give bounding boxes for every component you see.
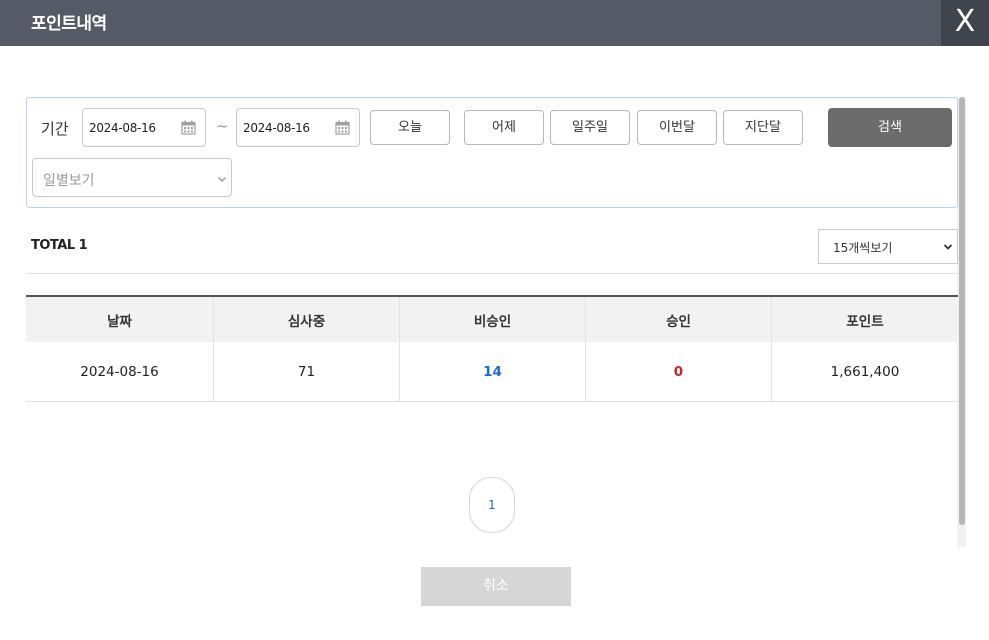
date-range-separator: ~ [216, 117, 229, 135]
chevron-down-icon [943, 244, 953, 250]
cell-approved[interactable]: 0 [585, 342, 771, 401]
end-date-value: 2024-08-16 [243, 121, 310, 135]
start-date-value: 2024-08-16 [89, 121, 156, 135]
column-header-rejected: 비승인 [399, 297, 585, 342]
this-month-button[interactable]: 이번달 [637, 110, 717, 145]
table-row: 2024-08-16 71 14 0 1,661,400 [26, 342, 958, 402]
modal-title: 포인트내역 [31, 14, 107, 34]
period-label: 기간 [41, 120, 69, 138]
page-size-value: 15개씩보기 [833, 241, 893, 255]
column-header-pending: 심사중 [213, 297, 399, 342]
total-count: TOTAL 1 [31, 238, 88, 253]
column-header-date: 날짜 [107, 313, 132, 330]
scrollbar-thumb[interactable] [959, 97, 965, 525]
calendar-icon[interactable] [181, 120, 196, 135]
last-month-button[interactable]: 지단달 [723, 110, 803, 145]
column-header-points: 포인트 [771, 297, 958, 342]
cell-points: 1,661,400 [771, 342, 958, 401]
calendar-icon[interactable] [335, 120, 350, 135]
yesterday-button[interactable]: 어제 [464, 110, 544, 145]
cell-pending: 71 [213, 342, 399, 401]
pagination-page-1[interactable]: 1 [469, 477, 515, 533]
cell-date: 2024-08-16 [80, 363, 159, 380]
week-button[interactable]: 일주일 [550, 110, 630, 145]
cancel-button[interactable]: 취소 [421, 567, 571, 606]
points-table: 날짜 심사중 비승인 승인 포인트 2024-08-16 71 14 0 1,6… [26, 295, 958, 402]
close-button[interactable]: X [941, 0, 989, 46]
view-mode-select[interactable]: 일별보기 [32, 158, 232, 197]
start-date-input[interactable]: 2024-08-16 [82, 108, 206, 147]
close-icon: X [954, 4, 976, 39]
table-header-row: 날짜 심사중 비승인 승인 포인트 [26, 297, 958, 342]
view-mode-value: 일별보기 [43, 173, 95, 189]
modal-header: 포인트내역 [0, 0, 989, 46]
end-date-input[interactable]: 2024-08-16 [236, 108, 360, 147]
page-size-select[interactable]: 15개씩보기 [818, 229, 958, 264]
today-button[interactable]: 오늘 [370, 110, 450, 145]
divider [26, 273, 958, 274]
cell-rejected[interactable]: 14 [399, 342, 585, 401]
search-button[interactable]: 검색 [828, 108, 952, 147]
chevron-down-icon [218, 177, 226, 182]
column-header-approved: 승인 [585, 297, 771, 342]
